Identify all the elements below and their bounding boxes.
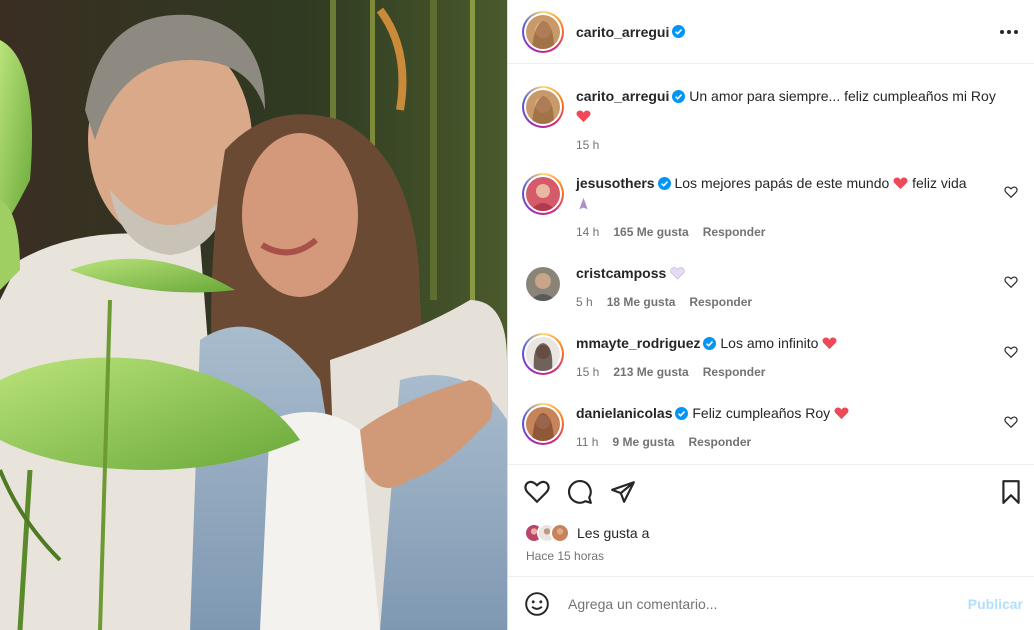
comment-item: mmayte_rodriguez Los amo infinito 15 h 2…	[522, 333, 1022, 382]
comment-item: danielanicolas Feliz cumpleaños Roy 11 h…	[522, 403, 1022, 452]
comment-avatar[interactable]	[522, 173, 564, 215]
like-comment-heart-icon[interactable]	[1004, 345, 1018, 359]
like-comment-heart-icon[interactable]	[1004, 275, 1018, 289]
comment-text: Los mejores papás de este mundo	[674, 175, 890, 191]
comment-input[interactable]	[568, 595, 948, 612]
comment-username[interactable]: danielanicolas	[576, 405, 672, 421]
verified-badge-icon	[703, 337, 717, 350]
mmayte-avatar-image	[526, 337, 560, 371]
danielanicolas-avatar-image	[526, 407, 560, 441]
caption-avatar-image	[526, 90, 560, 124]
comment-time: 11 h	[576, 435, 599, 449]
liker-avatar	[550, 523, 570, 543]
comment-username[interactable]: jesusothers	[576, 175, 655, 191]
verified-badge-icon	[672, 25, 686, 38]
comment-icon[interactable]	[567, 479, 593, 505]
heart-icon[interactable]	[524, 479, 550, 505]
pink-heart-emoji-icon	[834, 407, 849, 420]
comment-time: 14 h	[576, 225, 600, 239]
comment-likes[interactable]: 18 Me gusta	[607, 292, 676, 312]
reply-button[interactable]: Responder	[703, 362, 766, 382]
caption-username[interactable]: carito_arregui	[576, 88, 669, 104]
likes-summary[interactable]: Les gusta a	[524, 523, 649, 543]
comment-username[interactable]: mmayte_rodriguez	[576, 335, 700, 351]
comment-text: Los amo infinito	[720, 335, 819, 351]
comments-list: carito_arregui Un amor para siempre... f…	[508, 64, 1034, 464]
like-comment-heart-icon[interactable]	[1004, 415, 1018, 429]
post-photo[interactable]	[0, 0, 507, 630]
post-actions: Les gusta a Hace 15 horas	[508, 464, 1034, 576]
reply-button[interactable]: Responder	[688, 432, 751, 452]
comment-username[interactable]: cristcamposs	[576, 265, 666, 281]
praying-hands-emoji-icon	[579, 197, 588, 210]
more-options-icon[interactable]	[999, 22, 1019, 42]
red-heart-emoji-icon	[893, 177, 908, 190]
reply-button[interactable]: Responder	[689, 292, 752, 312]
red-heart-emoji-icon	[576, 110, 591, 123]
comment-likes[interactable]: 165 Me gusta	[613, 222, 688, 242]
caption-time: 15 h	[576, 138, 600, 152]
post-side-panel: carito_arregui carito_arregui Un amor pa…	[507, 0, 1034, 630]
author-username[interactable]: carito_arregui	[576, 24, 669, 40]
verified-badge-icon	[672, 90, 686, 103]
verified-badge-icon	[675, 407, 689, 420]
publish-button[interactable]: Publicar	[968, 596, 1023, 612]
add-comment-bar: Publicar	[508, 576, 1034, 630]
comment-likes[interactable]: 9 Me gusta	[612, 432, 674, 452]
verified-badge-icon	[657, 177, 671, 190]
jesusothers-avatar-image	[526, 177, 560, 211]
comment-avatar[interactable]	[526, 267, 560, 301]
couple-photo-image	[0, 0, 507, 630]
like-comment-heart-icon[interactable]	[1004, 185, 1018, 199]
share-icon[interactable]	[610, 479, 636, 505]
comment-likes[interactable]: 213 Me gusta	[613, 362, 688, 382]
cristcamposs-avatar-image	[526, 267, 560, 301]
comment-text: Feliz cumpleaños Roy	[692, 405, 831, 421]
caption-body: Un amor para siempre... feliz cumpleaños…	[689, 88, 996, 104]
comment-time: 15 h	[576, 365, 600, 379]
reply-button[interactable]: Responder	[703, 222, 766, 242]
bookmark-icon[interactable]	[998, 479, 1024, 505]
comment-time: 5 h	[576, 295, 593, 309]
comment-avatar[interactable]	[522, 333, 564, 375]
pink-heart-emoji-icon	[822, 337, 837, 350]
caption-text: carito_arregui Un amor para siempre... f…	[576, 86, 1016, 126]
comment-text-after: feliz vida	[912, 175, 967, 191]
post-header: carito_arregui	[508, 0, 1034, 64]
author-avatar-image	[526, 14, 560, 49]
likes-text: Les gusta a	[577, 525, 650, 541]
white-heart-emoji-icon	[670, 267, 686, 280]
caption: carito_arregui Un amor para siempre... f…	[522, 86, 1022, 155]
comment-item: jesusothers Los mejores papás de este mu…	[522, 173, 1022, 242]
comment-item: cristcamposs 5 h 18 Me gusta Responder	[522, 263, 1022, 312]
comment-avatar[interactable]	[522, 403, 564, 445]
caption-avatar[interactable]	[522, 86, 564, 128]
smiley-icon[interactable]	[524, 591, 550, 617]
author-avatar[interactable]	[522, 10, 564, 53]
post-time-ago: Hace 15 horas	[526, 549, 605, 563]
